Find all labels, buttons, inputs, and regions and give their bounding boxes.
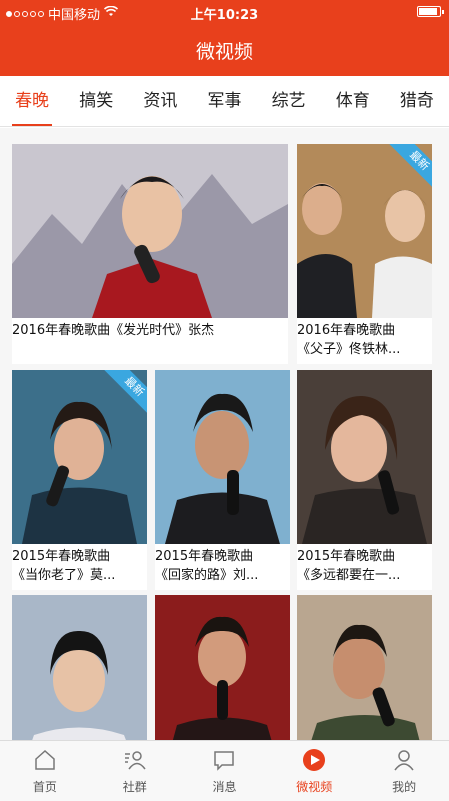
tab-news[interactable]: 资讯: [128, 76, 192, 126]
page-title: 微视频: [0, 24, 449, 76]
video-thumbnail: [297, 370, 432, 544]
nav-microvideo[interactable]: 微视频: [269, 741, 359, 801]
clock: 上午10:23: [190, 8, 259, 23]
nav-profile[interactable]: 我的: [359, 741, 449, 801]
tab-military[interactable]: 军事: [192, 76, 256, 126]
video-title: 2015年春晚歌曲: [155, 549, 254, 564]
video-title: 2016年春晚歌曲: [297, 323, 396, 338]
video-card[interactable]: 2015年春晚歌曲 《多远都要在一...: [297, 370, 432, 590]
video-title: 2015年春晚歌曲: [297, 549, 396, 564]
profile-icon: [392, 748, 416, 775]
video-card[interactable]: 2016年春晚歌曲《发光时代》张杰: [12, 144, 288, 364]
video-card[interactable]: 2015年春晚歌曲 《回家的路》刘...: [155, 370, 290, 590]
nav-microvideo-label: 微视频: [296, 779, 333, 794]
nav-home-label: 首页: [32, 779, 57, 794]
video-card[interactable]: 最新 2015年春晚歌曲 《当你老了》莫...: [12, 370, 147, 590]
video-title-line2: 《父子》佟铁林...: [297, 342, 401, 357]
video-title-line2: 《多远都要在一...: [297, 568, 401, 583]
video-thumbnail: [12, 595, 147, 740]
video-title-line2: 《当你老了》莫...: [12, 568, 116, 583]
video-thumbnail: [12, 144, 288, 318]
video-thumbnail: 最新: [297, 144, 432, 318]
home-icon: [33, 748, 57, 775]
nav-messages[interactable]: 消息: [180, 741, 270, 801]
video-thumbnail: 最新: [12, 370, 147, 544]
video-card[interactable]: [155, 595, 290, 740]
category-tabs: 春晚 搞笑 资讯 军事 综艺 体育 猎奇: [0, 76, 449, 127]
video-title-line2: 《回家的路》刘...: [155, 568, 259, 583]
video-title: 2016年春晚歌曲《发光时代》张杰: [12, 323, 215, 338]
video-card[interactable]: 最新 2016年春晚歌曲 《父子》佟铁林...: [297, 144, 432, 364]
tab-funny[interactable]: 搞笑: [64, 76, 128, 126]
tab-chunwan[interactable]: 春晚: [0, 76, 64, 126]
status-bar: 中国移动 上午10:23: [0, 0, 449, 24]
tab-sports[interactable]: 体育: [321, 76, 385, 126]
nav-home[interactable]: 首页: [0, 741, 90, 801]
community-icon: [123, 748, 147, 775]
video-card[interactable]: [297, 595, 432, 740]
nav-community[interactable]: 社群: [90, 741, 180, 801]
message-icon: [212, 748, 236, 775]
video-title: 2015年春晚歌曲: [12, 549, 111, 564]
tab-curiosity[interactable]: 猎奇: [385, 76, 449, 126]
video-thumbnail: [155, 595, 290, 740]
video-grid: 2016年春晚歌曲《发光时代》张杰 最新 2016年春晚歌曲 《父子》佟铁林..…: [0, 128, 449, 740]
bottom-nav: 首页 社群 消息 微视频 我的: [0, 740, 449, 801]
video-thumbnail: [297, 595, 432, 740]
battery-icon: [417, 6, 444, 17]
play-icon: [302, 748, 326, 775]
nav-profile-label: 我的: [392, 779, 417, 794]
video-thumbnail: [155, 370, 290, 544]
nav-community-label: 社群: [122, 779, 147, 794]
nav-messages-label: 消息: [212, 779, 237, 794]
tab-variety[interactable]: 综艺: [257, 76, 321, 126]
video-card[interactable]: [12, 595, 147, 740]
